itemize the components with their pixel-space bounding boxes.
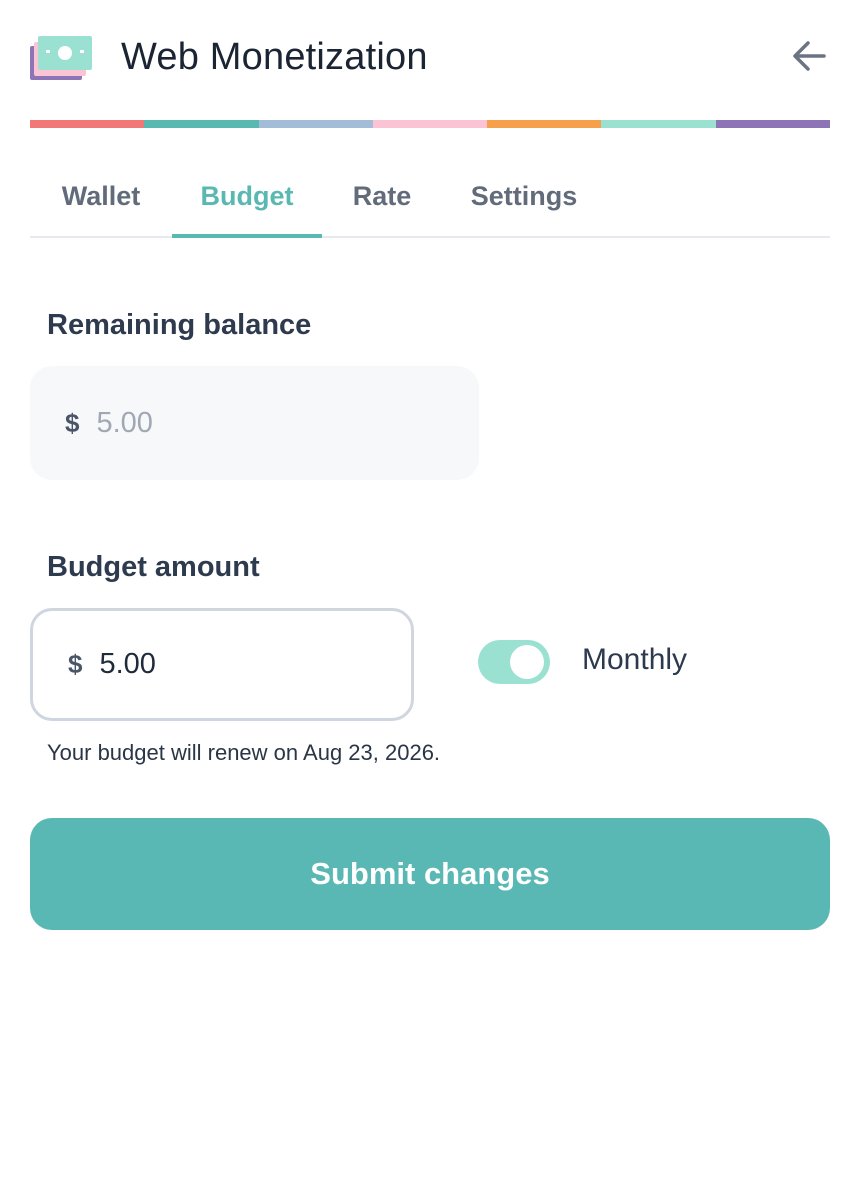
remaining-balance-label: Remaining balance [47,309,312,341]
app-title: Web Monetization [121,36,428,78]
tab-wallet[interactable]: Wallet [62,164,141,236]
arrow-left-icon[interactable] [790,38,828,74]
color-stripe [30,120,830,128]
remaining-balance-field: $ 5.00 [30,366,479,480]
stripe-segment [372,120,488,128]
monthly-toggle-label: Monthly [582,643,688,676]
submit-changes-button[interactable]: Submit changes [30,818,830,930]
currency-symbol: $ [65,407,80,438]
tab-rate[interactable]: Rate [352,164,412,236]
budget-amount-label: Budget amount [47,551,260,583]
stripe-segment [715,120,830,128]
stripe-segment [601,120,716,128]
stripe-segment [258,120,373,128]
tab-budget[interactable]: Budget [172,164,322,238]
budget-amount-value[interactable]: 5.00 [99,648,155,681]
renew-info-text: Your budget will renew on Aug 23, 2026. [47,740,441,765]
remaining-balance-value: 5.00 [96,406,153,439]
currency-symbol: $ [68,649,83,679]
stripe-segment [487,120,602,128]
toggle-knob [510,645,544,679]
stripe-segment [30,120,145,128]
monthly-toggle[interactable] [478,640,550,684]
stripe-segment [144,120,259,128]
app-header: Web Monetization [30,28,830,88]
money-bill-icon [30,36,92,80]
budget-amount-input[interactable]: $ 5.00 [30,608,414,721]
tab-settings[interactable]: Settings [471,164,578,236]
tab-bar: Wallet Budget Rate Settings [30,164,830,238]
